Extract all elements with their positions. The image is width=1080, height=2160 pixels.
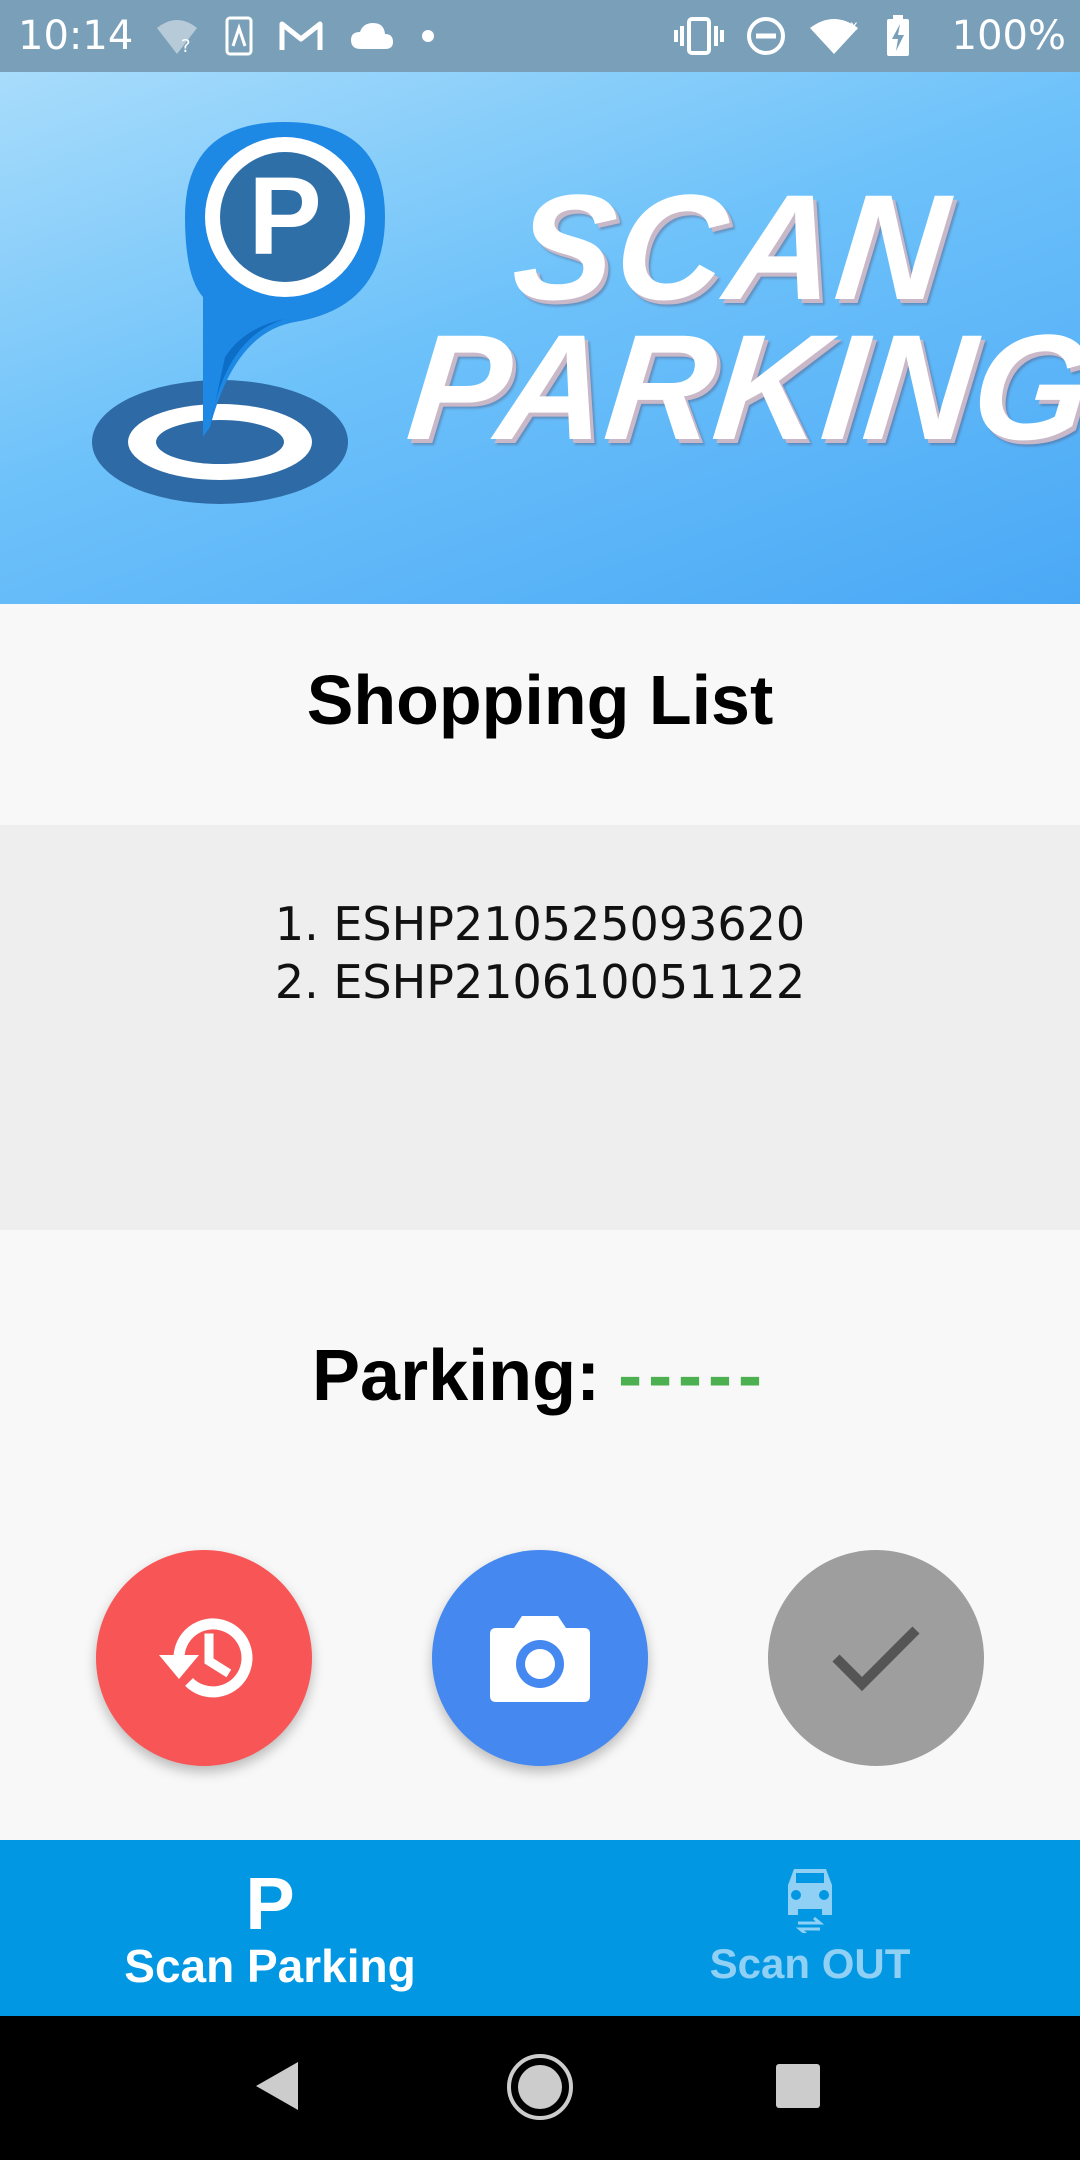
tab-scan-out[interactable]: Scan OUT [540, 1840, 1080, 2016]
camera-icon [490, 1616, 590, 1702]
confirm-button[interactable] [768, 1550, 984, 1766]
parking-p-icon: P [245, 1862, 295, 1945]
header-banner: P SCAN PARKING [0, 72, 1080, 604]
wifi-icon: x [810, 19, 858, 54]
history-icon [159, 1618, 253, 1698]
app-title-line1: SCAN [506, 163, 957, 331]
tab-scan-out-label: Scan OUT [709, 1940, 911, 1987]
shopping-list-panel: 1. ESHP210525093620 2. ESHP210610051122 [0, 825, 1080, 1230]
battery-percentage: 100% [951, 13, 1066, 59]
vibrate-icon [674, 17, 724, 55]
system-navigation-bar [0, 2016, 1080, 2160]
camera-button[interactable] [432, 1550, 648, 1766]
shopping-list-items: 1. ESHP210525093620 2. ESHP210610051122 [0, 895, 1080, 1011]
dot-icon [422, 30, 434, 42]
parking-label: Parking: [312, 1336, 601, 1416]
status-right-icons: x [674, 14, 910, 58]
history-button[interactable] [96, 1550, 312, 1766]
list-item: 2. ESHP210610051122 [274, 955, 806, 1009]
home-icon[interactable] [505, 2052, 575, 2122]
parking-pin-logo: P [92, 122, 385, 504]
parking-status: Parking: ----- [0, 1335, 1080, 1417]
recent-apps-icon[interactable] [774, 2062, 822, 2110]
shopping-list-title: Shopping List [306, 661, 774, 739]
tab-scan-parking[interactable]: P Scan Parking [0, 1840, 540, 2016]
svg-text:?: ? [181, 36, 191, 56]
list-item: 1. ESHP210525093620 [274, 897, 806, 951]
status-left-icons: ? [155, 14, 435, 58]
battery-charging-icon [887, 15, 909, 56]
parking-value: ----- [618, 1336, 768, 1416]
svg-text:x: x [850, 19, 858, 34]
do-not-disturb-icon [747, 17, 785, 55]
back-icon[interactable] [252, 2058, 302, 2114]
app-title-line2: PARKING [401, 303, 1080, 471]
sim-card-icon [225, 16, 253, 56]
check-icon [832, 1626, 920, 1692]
tab-scan-parking-label: Scan Parking [124, 1940, 416, 1992]
wifi-question-icon: ? [157, 20, 197, 56]
cloud-icon [351, 23, 393, 49]
status-bar: 10:14 ? x 100% [0, 0, 1080, 72]
gmail-icon [279, 21, 323, 50]
logo-letter: P [248, 155, 321, 278]
status-time: 10:14 [18, 13, 134, 59]
car-exit-icon [788, 1869, 832, 1933]
bottom-navigation: P Scan Parking Scan OUT [0, 1840, 1080, 2016]
